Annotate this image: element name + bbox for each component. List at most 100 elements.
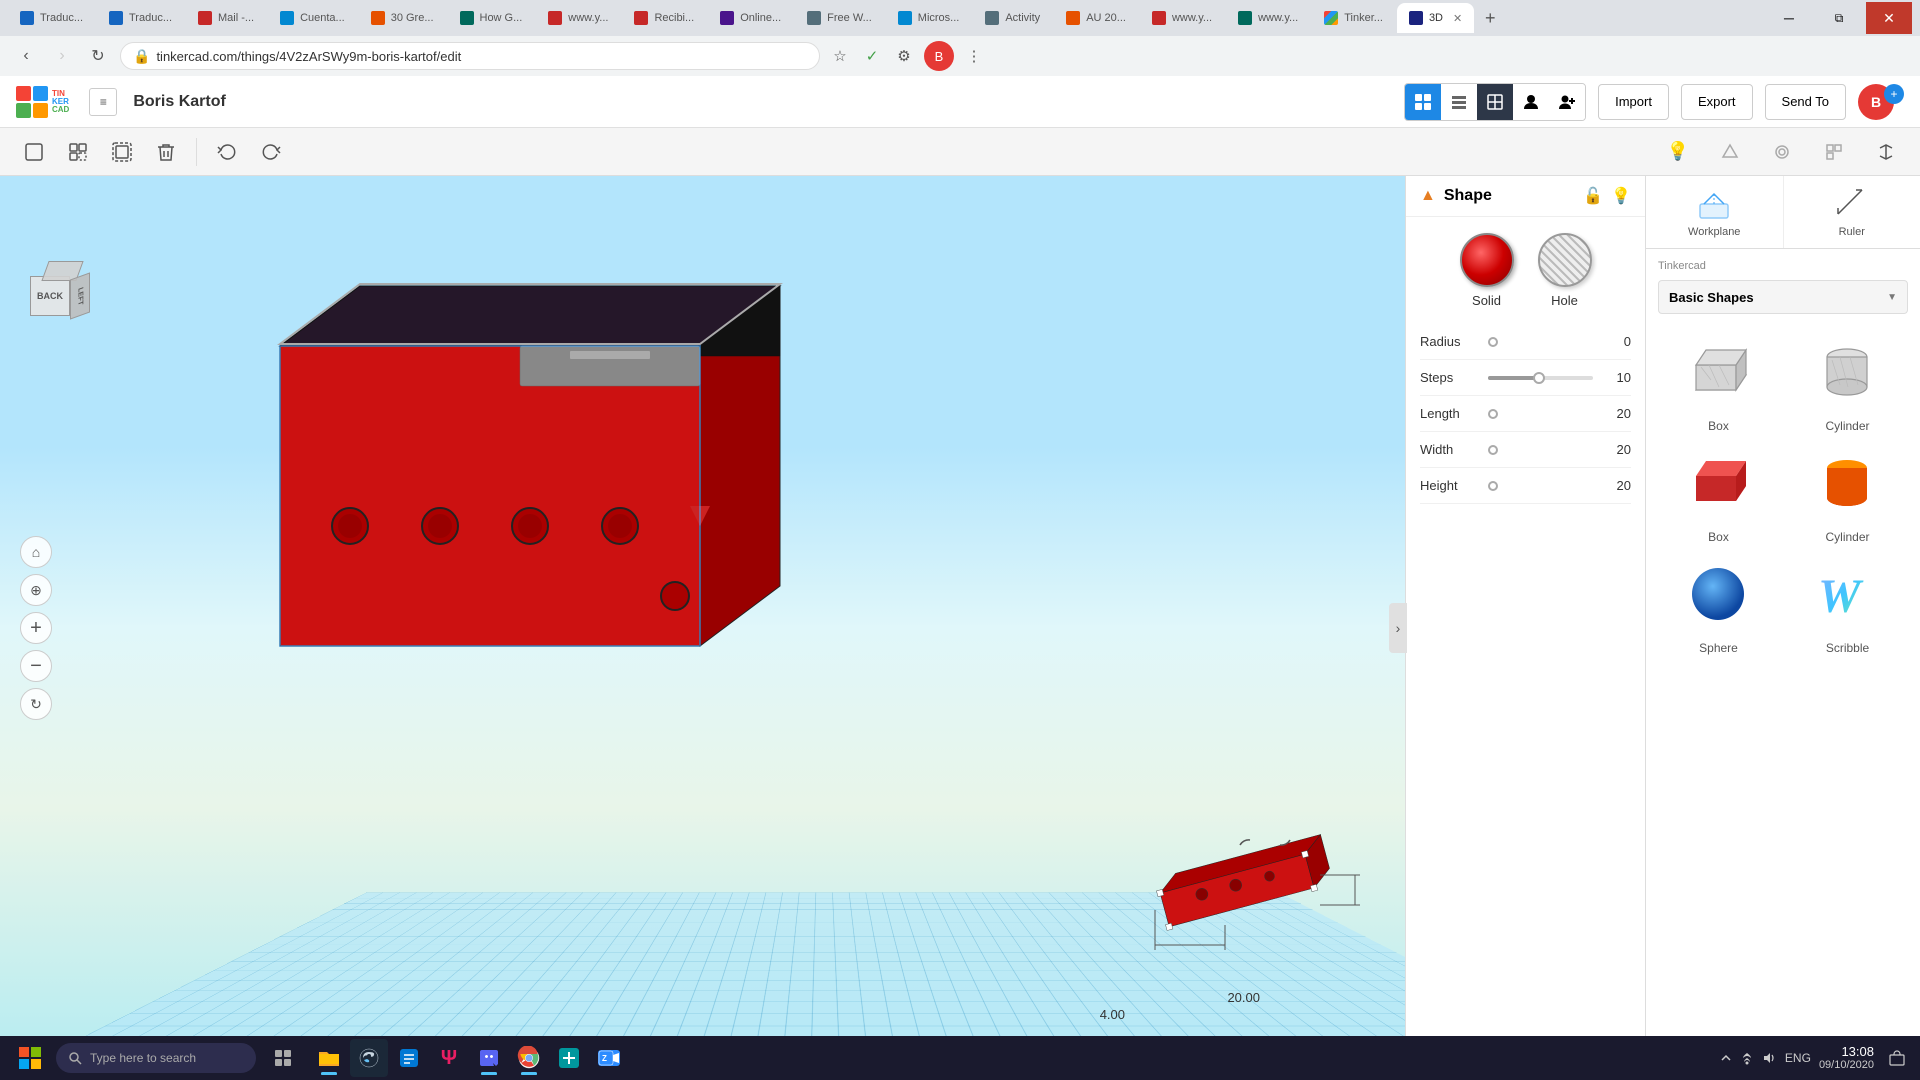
- toolbar-right: 💡: [1660, 134, 1904, 170]
- chevron-up-icon[interactable]: [1719, 1051, 1733, 1065]
- user-button[interactable]: B: [924, 41, 954, 71]
- length-dot[interactable]: [1488, 409, 1498, 419]
- tab-t4[interactable]: Cuenta...: [268, 3, 357, 33]
- tab-close-button[interactable]: ✕: [1453, 12, 1462, 25]
- scroll-right-arrow[interactable]: ›: [1389, 603, 1407, 653]
- arduino-app[interactable]: [550, 1039, 588, 1077]
- radius-dot[interactable]: [1488, 337, 1498, 347]
- forward-button[interactable]: ›: [48, 42, 76, 70]
- extensions-button[interactable]: ✓: [860, 44, 884, 68]
- panel-collapse-arrow[interactable]: ▲: [1420, 187, 1436, 205]
- blueprint-view-button[interactable]: [1477, 84, 1513, 120]
- tab-t12[interactable]: Activity: [973, 3, 1052, 33]
- clock[interactable]: 13:08 09/10/2020: [1819, 1044, 1874, 1073]
- ungroup-button[interactable]: [104, 134, 140, 170]
- fit-view-button[interactable]: ⊕: [20, 574, 52, 606]
- height-dot[interactable]: [1488, 481, 1498, 491]
- tab-t13[interactable]: AU 20...: [1054, 3, 1138, 33]
- ms-store-app[interactable]: [390, 1039, 428, 1077]
- tab-t5[interactable]: 30 Gre...: [359, 3, 446, 33]
- minimize-button[interactable]: ─: [1766, 2, 1812, 34]
- tab-t15[interactable]: www.y...: [1226, 3, 1310, 33]
- shape-item-sphere[interactable]: Sphere: [1658, 552, 1779, 655]
- tab-t9[interactable]: Online...: [708, 3, 793, 33]
- shape-outline-icon[interactable]: [1712, 134, 1748, 170]
- tab-t2[interactable]: Traduc...: [97, 3, 184, 33]
- tab-t11[interactable]: Micros...: [886, 3, 972, 33]
- tab-t8[interactable]: Recibi...: [622, 3, 706, 33]
- shape-item-box-solid[interactable]: Box: [1658, 441, 1779, 544]
- antivirus-app[interactable]: Ψ: [430, 1039, 468, 1077]
- nav-cube[interactable]: BACK LEFT: [20, 256, 100, 336]
- notification-center-button[interactable]: [1882, 1039, 1912, 1077]
- tab-t1[interactable]: Traduc...: [8, 3, 95, 33]
- shape-item-cylinder-solid[interactable]: Cylinder: [1787, 441, 1908, 544]
- width-dot[interactable]: [1488, 445, 1498, 455]
- zoom-app[interactable]: Z: [590, 1039, 628, 1077]
- tab-t10[interactable]: Free W...: [795, 3, 884, 33]
- lang-indicator[interactable]: ENG: [1785, 1051, 1811, 1065]
- shape-item-cylinder-wire[interactable]: Cylinder: [1787, 330, 1908, 433]
- bulb-icon[interactable]: 💡: [1611, 186, 1631, 206]
- solid-option[interactable]: Solid: [1460, 233, 1514, 308]
- tinkercad-logo[interactable]: TIN KER CAD: [16, 86, 69, 118]
- project-icon[interactable]: ≡: [89, 88, 117, 116]
- volume-icon[interactable]: [1761, 1050, 1777, 1066]
- steps-slider[interactable]: [1488, 376, 1593, 380]
- select-tool-button[interactable]: [16, 134, 52, 170]
- taskbar-search[interactable]: Type here to search: [56, 1043, 256, 1073]
- send-to-button[interactable]: Send To: [1765, 84, 1846, 120]
- group-button[interactable]: [60, 134, 96, 170]
- tab-t3[interactable]: Mail -...: [186, 3, 266, 33]
- home-view-button[interactable]: ⌂: [20, 536, 52, 568]
- undo-button[interactable]: [209, 134, 245, 170]
- network-icon[interactable]: [1739, 1050, 1755, 1066]
- lock-icon[interactable]: 🔓: [1583, 186, 1603, 206]
- ring-icon[interactable]: [1764, 134, 1800, 170]
- task-view-button[interactable]: [264, 1039, 302, 1077]
- tab-favicon: [1152, 11, 1166, 25]
- library-selector[interactable]: Basic Shapes ▼: [1658, 280, 1908, 314]
- start-button[interactable]: [8, 1036, 52, 1080]
- zoom-out-button[interactable]: −: [20, 650, 52, 682]
- import-button[interactable]: Import: [1598, 84, 1669, 120]
- chrome-app[interactable]: [510, 1039, 548, 1077]
- grid-view-button[interactable]: [1405, 84, 1441, 120]
- shape-item-scribble[interactable]: W Scribble: [1787, 552, 1908, 655]
- settings-button[interactable]: ⚙: [892, 44, 916, 68]
- tab-t16[interactable]: Tinker...: [1312, 3, 1395, 33]
- tab-t14[interactable]: www.y...: [1140, 3, 1224, 33]
- browser-menu-button[interactable]: ⋮: [962, 44, 986, 68]
- file-explorer-app[interactable]: [310, 1039, 348, 1077]
- tab-t6[interactable]: How G...: [448, 3, 535, 33]
- address-bar[interactable]: 🔒 tinkercad.com/things/4V2zArSWy9m-boris…: [120, 42, 820, 70]
- add-user-button[interactable]: [1549, 84, 1585, 120]
- hole-option[interactable]: Hole: [1538, 233, 1592, 308]
- close-button[interactable]: ✕: [1866, 2, 1912, 34]
- bookmark-button[interactable]: ☆: [828, 44, 852, 68]
- steam-app[interactable]: [350, 1039, 388, 1077]
- new-tab-button[interactable]: +: [1476, 4, 1504, 32]
- profile-button[interactable]: [1513, 84, 1549, 120]
- grid-icon[interactable]: [1816, 134, 1852, 170]
- 3d-viewport[interactable]: BACK LEFT ⌂ ⊕ + − ↻: [0, 176, 1645, 1080]
- list-view-button[interactable]: [1441, 84, 1477, 120]
- export-button[interactable]: Export: [1681, 84, 1753, 120]
- user-avatar[interactable]: B +: [1858, 84, 1904, 120]
- rotate-button[interactable]: ↻: [20, 688, 52, 720]
- steps-label: Steps: [1420, 370, 1480, 385]
- delete-button[interactable]: [148, 134, 184, 170]
- light-icon[interactable]: 💡: [1660, 134, 1696, 170]
- workplane-button[interactable]: Workplane: [1646, 176, 1784, 248]
- maximize-button[interactable]: ⧉: [1816, 2, 1862, 34]
- align-icon[interactable]: [1868, 134, 1904, 170]
- zoom-in-button[interactable]: +: [20, 612, 52, 644]
- redo-button[interactable]: [253, 134, 289, 170]
- discord-app[interactable]: [470, 1039, 508, 1077]
- tab-t7[interactable]: www.y...: [536, 3, 620, 33]
- reload-button[interactable]: ↻: [84, 42, 112, 70]
- ruler-button[interactable]: Ruler: [1784, 176, 1920, 248]
- back-button[interactable]: ‹: [12, 42, 40, 70]
- shape-item-box-wire[interactable]: Box: [1658, 330, 1779, 433]
- tab-t17[interactable]: 3D ✕: [1397, 3, 1474, 33]
